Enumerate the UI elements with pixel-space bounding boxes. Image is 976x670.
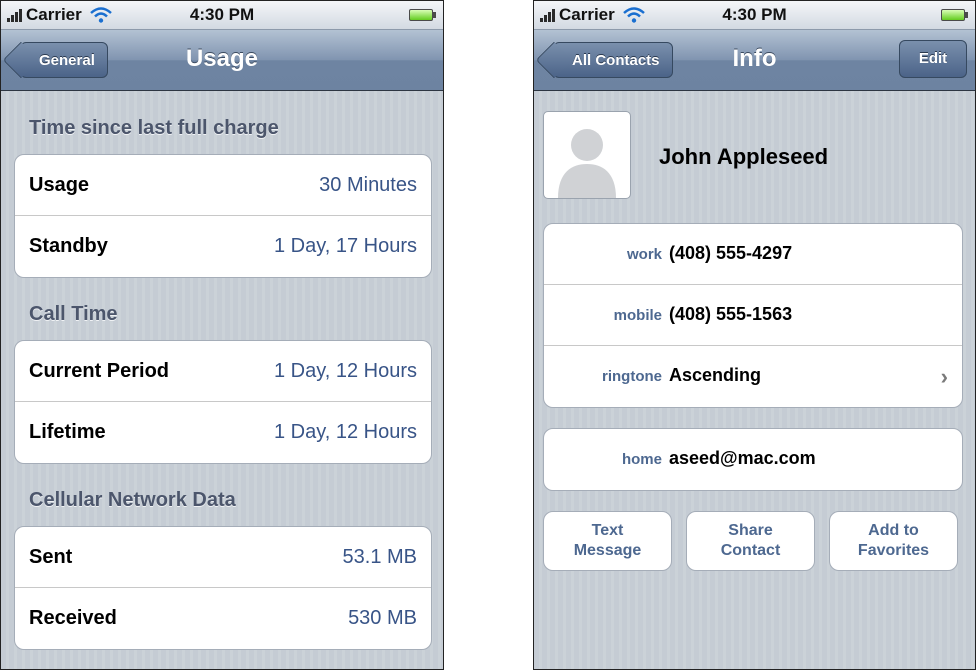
info-screen: Carrier 4:30 PM All Contacts Info Edit J… — [533, 0, 976, 670]
group-call-time: Current Period 1 Day, 12 Hours Lifetime … — [14, 340, 432, 464]
row-value: (408) 555-4297 — [669, 243, 793, 263]
table-row: Received 530 MB — [15, 588, 431, 649]
contact-name: John Appleseed — [659, 144, 829, 169]
status-time: 4:30 PM — [722, 5, 787, 24]
row-value: 530 MB — [348, 607, 417, 629]
chevron-right-icon: › — [940, 364, 948, 389]
row-value: 1 Day, 12 Hours — [273, 360, 417, 382]
row-value: 53.1 MB — [342, 546, 417, 568]
table-row: Standby 1 Day, 17 Hours — [15, 216, 431, 277]
text-message-button[interactable]: Text Message — [543, 511, 672, 571]
row-value: Ascending — [669, 365, 762, 385]
row-value: 30 Minutes — [319, 174, 417, 196]
row-label: Standby — [29, 235, 108, 257]
share-contact-button[interactable]: Share Contact — [686, 511, 815, 571]
row-label: Lifetime — [29, 421, 106, 443]
row-value: 1 Day, 17 Hours — [273, 235, 417, 257]
row-value: 1 Day, 12 Hours — [273, 421, 417, 443]
button-label-line: Contact — [720, 542, 781, 559]
table-row: Usage 30 Minutes — [15, 155, 431, 216]
contact-row-ringtone[interactable]: ringtone Ascending › — [544, 346, 962, 407]
table-row: Lifetime 1 Day, 12 Hours — [15, 402, 431, 463]
nav-bar: General Usage — [1, 30, 443, 91]
table-row: Sent 53.1 MB — [15, 527, 431, 588]
add-to-favorites-button[interactable]: Add to Favorites — [829, 511, 958, 571]
battery-icon — [409, 9, 436, 21]
row-label: Sent — [29, 546, 73, 568]
section-header-cellular: Cellular Network Data — [29, 489, 236, 511]
row-label: home — [621, 451, 662, 468]
button-label-line: Share — [728, 522, 773, 539]
usage-screen: Carrier 4:30 PM General Usage Time since… — [0, 0, 444, 670]
group-cellular: Sent 53.1 MB Received 530 MB — [14, 526, 432, 650]
page-title: Usage — [185, 45, 259, 72]
status-bar: Carrier 4:30 PM — [534, 1, 975, 30]
contact-row-work[interactable]: work (408) 555-4297 — [544, 224, 962, 285]
section-header-call-time: Call Time — [29, 303, 118, 325]
status-time: 4:30 PM — [189, 5, 255, 24]
row-label: mobile — [613, 307, 662, 324]
group-email: home aseed@mac.com — [543, 428, 963, 491]
button-label-line: Add to — [868, 522, 919, 539]
button-label-line: Message — [573, 542, 642, 559]
contact-row-home-email[interactable]: home aseed@mac.com — [544, 429, 962, 490]
button-label-line: Text — [591, 522, 624, 539]
table-row: Current Period 1 Day, 12 Hours — [15, 341, 431, 402]
person-silhouette-icon — [558, 129, 616, 198]
contact-row-mobile[interactable]: mobile (408) 555-1563 — [544, 285, 962, 346]
group-phone: work (408) 555-4297 mobile (408) 555-156… — [543, 223, 963, 408]
avatar[interactable] — [543, 111, 631, 199]
row-value: (408) 555-1563 — [669, 304, 793, 324]
nav-bar: All Contacts Info Edit — [534, 30, 975, 91]
row-label: Current Period — [29, 360, 170, 382]
row-label: ringtone — [602, 368, 662, 385]
group-charge: Usage 30 Minutes Standby 1 Day, 17 Hours — [14, 154, 432, 278]
status-bar: Carrier 4:30 PM — [1, 1, 443, 30]
row-value: aseed@mac.com — [669, 448, 816, 468]
button-label-line: Favorites — [857, 542, 930, 559]
battery-icon — [941, 9, 968, 21]
row-label: Received — [29, 607, 117, 629]
section-header-charge: Time since last full charge — [29, 117, 279, 139]
row-label: work — [626, 246, 662, 263]
row-label: Usage — [29, 174, 90, 196]
edit-button[interactable]: Edit — [899, 40, 967, 78]
